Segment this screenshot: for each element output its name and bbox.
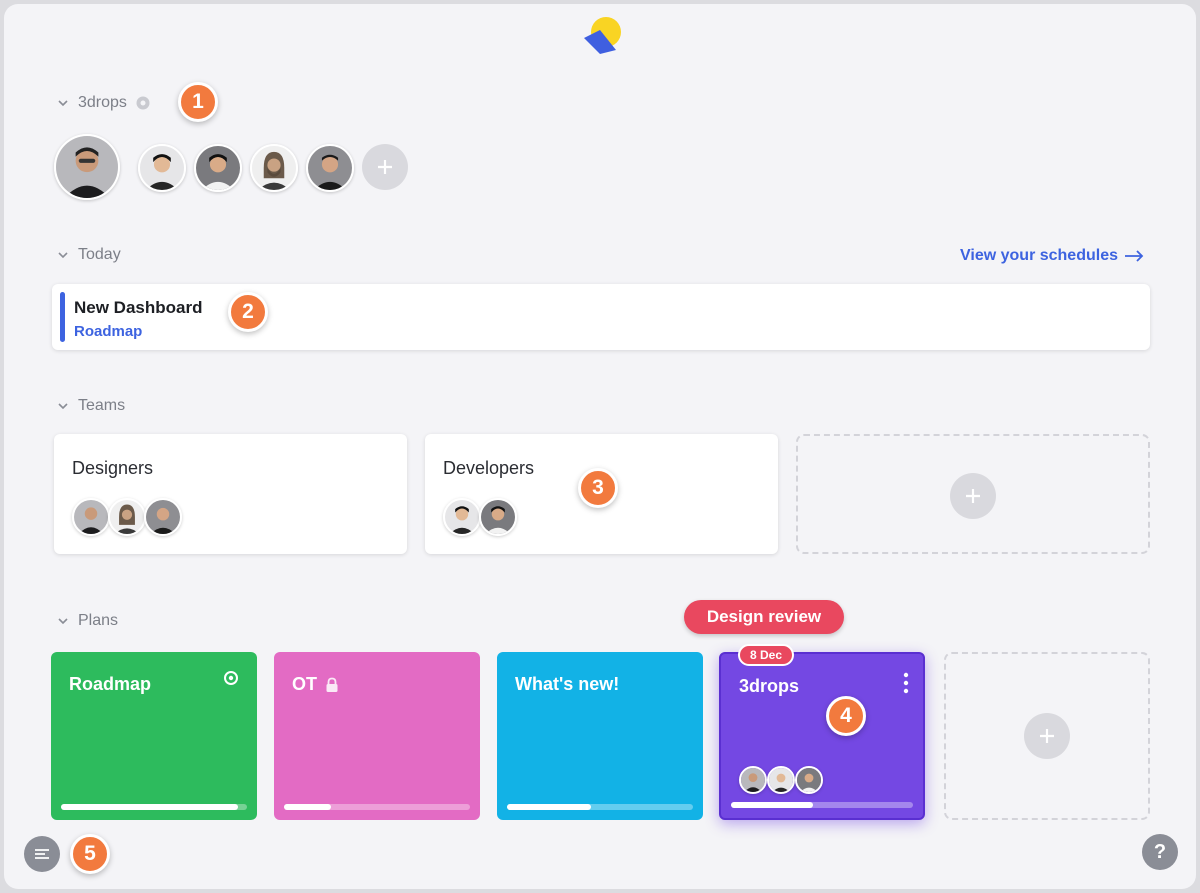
step-badge-2: 2 bbox=[228, 292, 268, 332]
today-heading: Today bbox=[78, 246, 121, 263]
arrow-right-icon bbox=[1125, 250, 1144, 262]
avatar-member[interactable] bbox=[306, 144, 354, 192]
avatar-member[interactable] bbox=[194, 144, 242, 192]
workspace-name: 3drops bbox=[78, 94, 127, 111]
add-team-card[interactable] bbox=[796, 434, 1150, 554]
schedule-title: New Dashboard bbox=[74, 298, 203, 317]
plan-progress-bar bbox=[507, 804, 693, 810]
add-plan-card[interactable] bbox=[944, 652, 1150, 820]
avatar-member[interactable] bbox=[138, 144, 186, 192]
plan-progress-fill bbox=[507, 804, 591, 810]
schedule-plan-link[interactable]: Roadmap bbox=[74, 323, 142, 340]
menu-icon bbox=[35, 849, 49, 859]
avatar-current-user[interactable] bbox=[54, 134, 120, 200]
today-header[interactable]: Today bbox=[56, 246, 121, 264]
workspace-header[interactable]: 3drops bbox=[56, 94, 151, 112]
view-schedules-link[interactable]: View your schedules bbox=[960, 247, 1144, 265]
app-window: 3drops 1 Today View your schedules New D… bbox=[4, 4, 1196, 889]
add-plan-button[interactable] bbox=[1024, 713, 1070, 759]
team-name: Developers bbox=[443, 458, 535, 478]
chevron-down-icon bbox=[58, 403, 68, 410]
plus-icon bbox=[378, 160, 392, 174]
plan-progress-fill bbox=[731, 802, 813, 808]
avatar-member bbox=[443, 498, 481, 536]
plan-card-3drops[interactable]: 3drops bbox=[719, 652, 925, 820]
plan-progress-bar bbox=[61, 804, 247, 810]
question-mark-icon: ? bbox=[1153, 840, 1167, 863]
avatar-member[interactable] bbox=[250, 144, 298, 192]
plan-name: What's new! bbox=[515, 674, 620, 694]
teams-heading: Teams bbox=[78, 397, 126, 414]
avatar-member bbox=[767, 766, 795, 794]
add-member-button[interactable] bbox=[362, 144, 408, 190]
plan-card-roadmap[interactable]: Roadmap bbox=[51, 652, 257, 820]
avatar-member bbox=[795, 766, 823, 794]
teams-header[interactable]: Teams bbox=[56, 397, 125, 415]
avatar-member bbox=[479, 498, 517, 536]
gear-icon[interactable] bbox=[135, 95, 151, 111]
step-badge-4: 4 bbox=[826, 696, 866, 736]
help-button[interactable]: ? bbox=[1142, 834, 1178, 870]
chevron-down-icon bbox=[58, 100, 68, 107]
today-schedule-item[interactable]: New Dashboard Roadmap bbox=[52, 284, 1150, 350]
plan-date-badge: 8 Dec bbox=[738, 644, 794, 666]
lock-icon bbox=[326, 677, 338, 692]
team-card-designers[interactable]: Designers bbox=[54, 434, 407, 554]
avatar-member bbox=[72, 498, 110, 536]
schedule-color-bar bbox=[60, 292, 65, 342]
plan-progress-fill bbox=[61, 804, 238, 810]
step-badge-3: 3 bbox=[578, 468, 618, 508]
team-name: Designers bbox=[72, 458, 154, 478]
plan-progress-bar bbox=[731, 802, 913, 808]
more-vertical-icon[interactable] bbox=[903, 672, 909, 694]
chevron-down-icon bbox=[58, 252, 68, 259]
plan-progress-bar bbox=[284, 804, 470, 810]
plan-name: OT bbox=[292, 674, 317, 694]
plus-icon bbox=[966, 489, 980, 503]
avatar-member bbox=[739, 766, 767, 794]
avatar-member bbox=[144, 498, 182, 536]
step-badge-5: 5 bbox=[70, 834, 110, 874]
plan-card-ot[interactable]: OT bbox=[274, 652, 480, 820]
app-logo bbox=[584, 17, 621, 54]
plus-icon bbox=[1040, 729, 1054, 743]
chevron-down-icon bbox=[58, 618, 68, 625]
plan-progress-fill bbox=[284, 804, 331, 810]
plans-heading: Plans bbox=[78, 612, 119, 629]
plans-header[interactable]: Plans bbox=[56, 612, 118, 630]
event-tooltip[interactable]: Design review bbox=[684, 600, 844, 634]
add-team-button[interactable] bbox=[950, 473, 996, 519]
plan-name: 3drops bbox=[739, 676, 800, 696]
avatar-member bbox=[108, 498, 146, 536]
step-badge-1: 1 bbox=[178, 82, 218, 122]
plan-card-whats-new[interactable]: What's new! bbox=[497, 652, 703, 820]
view-schedules-label: View your schedules bbox=[960, 247, 1118, 264]
menu-button[interactable] bbox=[24, 836, 60, 872]
plan-name: Roadmap bbox=[69, 674, 152, 694]
target-icon[interactable] bbox=[223, 670, 239, 686]
